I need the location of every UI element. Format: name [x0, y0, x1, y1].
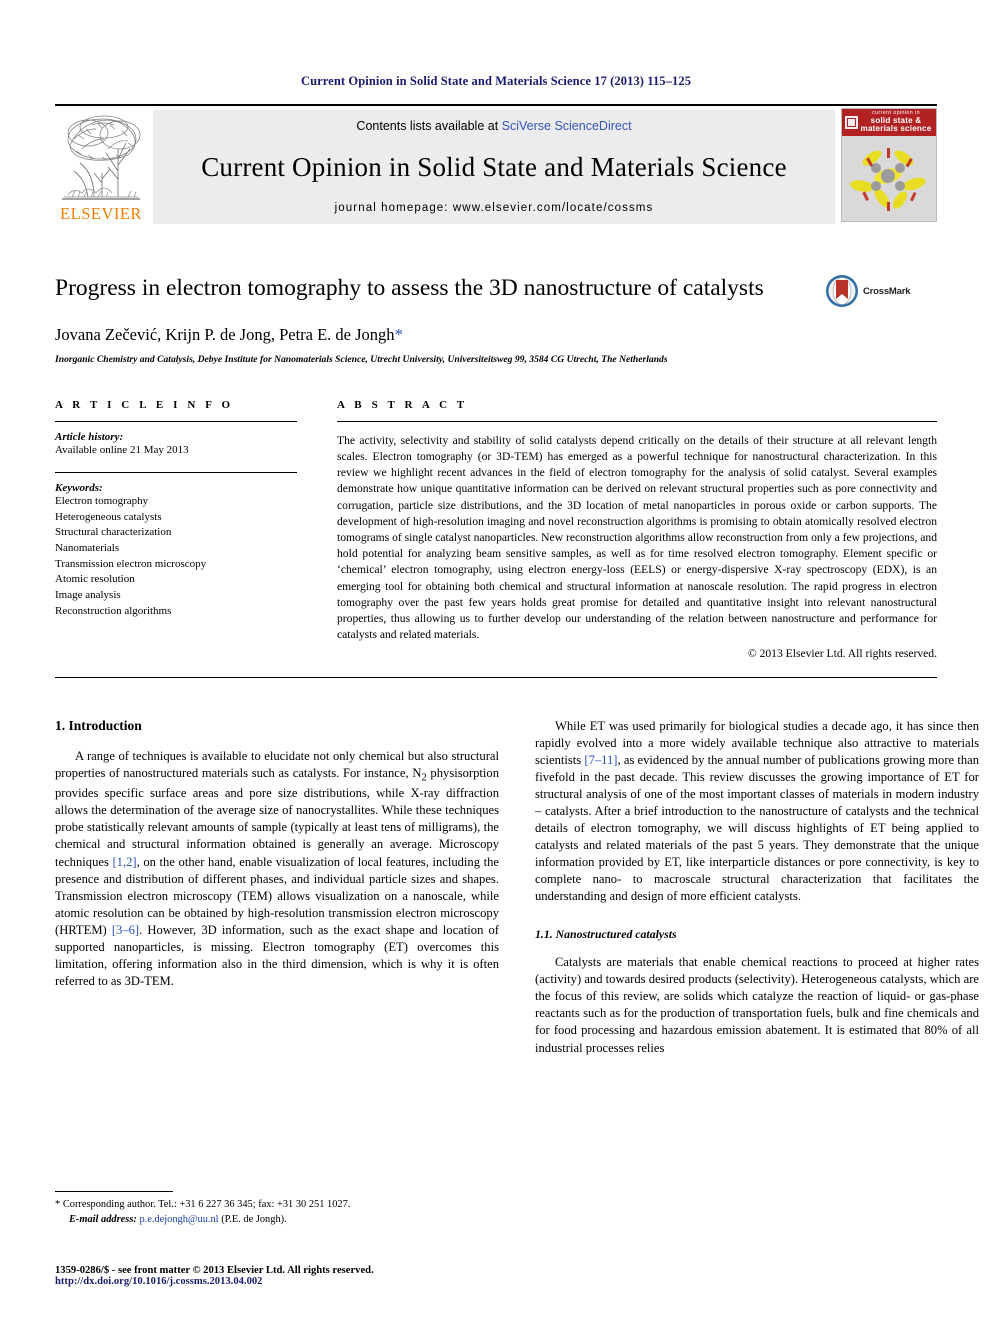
citation-link-3-6[interactable]: [3–6]	[112, 923, 139, 937]
abstract-text: The activity, selectivity and stability …	[337, 433, 937, 642]
section-heading-introduction: 1. Introduction	[55, 717, 142, 733]
article-history-label: Article history:	[55, 430, 124, 443]
footnote-corresponding-text: Corresponding author. Tel.: +31 6 227 36…	[62, 1199, 351, 1211]
journal-cover-thumbnail: current opinion in solid state & materia…	[841, 108, 937, 222]
cover-logo-icon	[845, 116, 858, 129]
keyword-item: Heterogeneous catalysts	[55, 510, 162, 523]
journal-homepage[interactable]: journal homepage: www.elsevier.com/locat…	[335, 202, 654, 214]
crossmark-label: CrossMark	[863, 285, 911, 297]
keywords-rule	[55, 472, 297, 474]
title-block: Progress in electron tomography to asses…	[55, 274, 937, 365]
doi-link[interactable]: http://dx.doi.org/10.1016/j.cossms.2013.…	[55, 1276, 555, 1287]
section-heading-nanostructured-catalysts: 1.1. Nanostructured catalysts	[535, 927, 677, 942]
keyword-item: Electron tomography	[55, 495, 149, 508]
page-title: Progress in electron tomography to asses…	[55, 275, 764, 301]
elsevier-tree-icon	[62, 115, 141, 200]
article-history-value: Available online 21 May 2013	[55, 443, 189, 456]
contents-lists-line: Contents lists available at SciVerse Sci…	[356, 119, 631, 133]
abstract-heading: A B S T R A C T	[337, 398, 468, 411]
citation-link-1-2[interactable]: [1,2]	[112, 855, 136, 869]
journal-title: Current Opinion in Solid State and Mater…	[201, 152, 787, 182]
running-head: Current Opinion in Solid State and Mater…	[300, 74, 692, 88]
email-address-label: E-mail address:	[69, 1213, 137, 1225]
keyword-item: Reconstruction algorithms	[55, 604, 172, 617]
info-abstract-section: A R T I C L E I N F O Article history: A…	[55, 399, 937, 660]
article-info-rule	[55, 420, 297, 422]
email-owner: (P.E. de Jongh).	[221, 1213, 287, 1225]
footnote-star: *	[55, 1199, 61, 1211]
keyword-item: Image analysis	[55, 588, 121, 601]
crossmark-icon	[826, 275, 858, 307]
article-page: Current Opinion in Solid State and Mater…	[0, 0, 992, 1323]
body-column-right: While ET was used primarily for biologic…	[535, 718, 979, 1057]
paragraph-intro-right: While ET was used primarily for biologic…	[535, 718, 979, 906]
corresponding-author-footnote: * Corresponding author. Tel.: +31 6 227 …	[55, 1191, 499, 1227]
right-text-b: , as evidenced by the annual number of p…	[535, 752, 980, 904]
sciencedirect-link[interactable]: SciVerse ScienceDirect	[502, 119, 632, 133]
cover-artwork	[842, 136, 936, 221]
keywords-label: Keywords:	[55, 482, 103, 495]
elsevier-wordmark: ELSEVIER	[60, 204, 142, 223]
elsevier-logo: ELSEVIER	[55, 106, 147, 228]
author-list: Jovana Zečević, Krijn P. de Jong, Petra …	[55, 325, 817, 345]
email-link[interactable]: p.e.dejongh@uu.nl	[139, 1214, 218, 1225]
article-info-column: A R T I C L E I N F O Article history: A…	[55, 399, 297, 660]
article-info-heading: A R T I C L E I N F O	[55, 398, 234, 411]
page-footer: 1359-0286/$ - see front matter © 2013 El…	[55, 1265, 555, 1287]
affiliation: Inorganic Chemistry and Catalysis, Debye…	[55, 353, 668, 365]
crossmark-badge[interactable]: CrossMark	[825, 274, 937, 308]
molecule-model-icon	[850, 148, 926, 211]
corresponding-author-marker: *	[394, 324, 403, 344]
cover-title-band: current opinion in solid state & materia…	[842, 109, 936, 136]
abstract-column: A B S T R A C T The activity, selectivit…	[337, 399, 937, 660]
keyword-item: Transmission electron microscopy	[55, 557, 207, 570]
keywords-list: Electron tomography Heterogeneous cataly…	[55, 494, 297, 619]
issn-copyright-line: 1359-0286/$ - see front matter © 2013 El…	[55, 1265, 374, 1276]
journal-masthead: ELSEVIER Contents lists available at Sci…	[55, 104, 937, 228]
footnote-line-1: * Corresponding author. Tel.: +31 6 227 …	[55, 1198, 499, 1212]
footnote-line-2: E-mail address: p.e.dejongh@uu.nl (P.E. …	[55, 1213, 499, 1227]
abstract-rule	[337, 420, 937, 422]
body-column-left: 1. Introduction A range of techniques is…	[55, 718, 499, 1057]
abstract-copyright: © 2013 Elsevier Ltd. All rights reserved…	[747, 646, 937, 660]
cover-line-2: solid state & materials science	[860, 115, 932, 134]
keyword-item: Nanomaterials	[55, 542, 120, 555]
paragraph-intro-left: A range of techniques is available to el…	[55, 748, 499, 991]
body-columns: 1. Introduction A range of techniques is…	[55, 718, 979, 1057]
footnote-rule	[55, 1191, 173, 1193]
intro-text-b: physisorption provides specific surface …	[55, 765, 499, 869]
author-names: Jovana Zečević, Krijn P. de Jong, Petra …	[55, 324, 395, 344]
keyword-item: Atomic resolution	[55, 573, 135, 586]
paragraph-nanostructured-catalysts: Catalysts are materials that enable chem…	[535, 955, 979, 1055]
journal-band: Contents lists available at SciVerse Sci…	[153, 110, 835, 224]
keyword-item: Structural characterization	[55, 526, 172, 539]
section-divider	[55, 676, 937, 678]
contents-prefix: Contents lists available at	[356, 119, 502, 133]
citation-link-7-11[interactable]: [7–11]	[584, 753, 617, 767]
